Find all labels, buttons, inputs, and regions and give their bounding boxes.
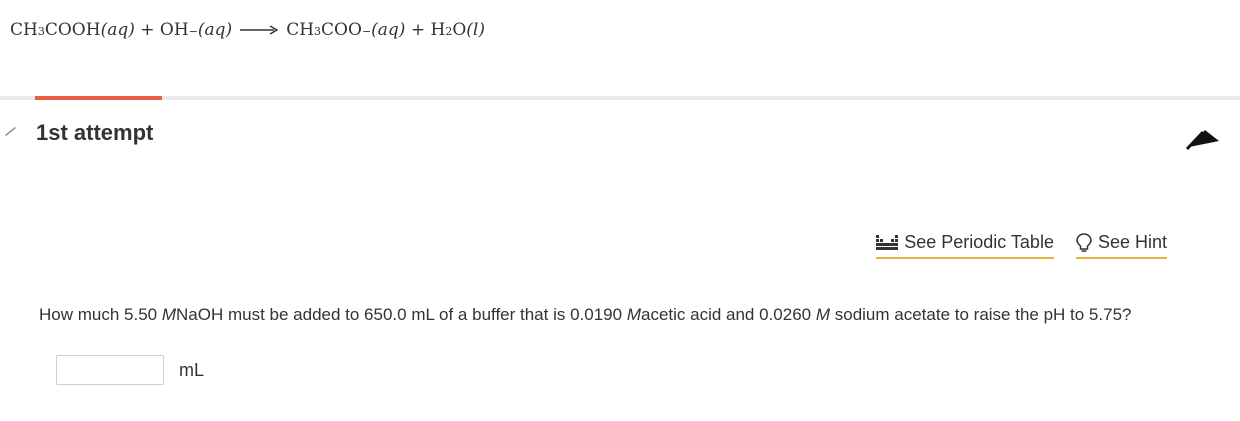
product2-text: H — [430, 20, 446, 40]
product2-rest: O — [452, 20, 467, 40]
answer-input[interactable] — [56, 355, 164, 385]
hint-label: See Hint — [1097, 232, 1167, 252]
attempt-tab-indicator[interactable] — [35, 96, 162, 100]
product1-state: (aq) — [371, 20, 406, 40]
periodic-table-label: See Periodic Table — [904, 232, 1054, 252]
reaction-arrow-icon — [240, 24, 279, 36]
product2-state: (l) — [466, 20, 485, 40]
reactant2-charge: − — [188, 25, 198, 38]
lightbulb-icon — [1076, 232, 1092, 253]
product1-rest: COO — [321, 20, 362, 40]
plus-sign: + — [410, 20, 426, 40]
hint-link[interactable]: See Hint — [1075, 232, 1167, 259]
plus-sign: + — [140, 20, 155, 40]
reactant2-text: OH — [159, 20, 189, 40]
product1-charge: − — [361, 25, 372, 38]
product1-text: CH — [286, 20, 315, 40]
attempt-heading: 1st attempt — [36, 120, 154, 145]
attempt-tab-rail — [0, 96, 1240, 100]
reactant1-text: CH — [10, 20, 38, 40]
answer-row: mL — [56, 355, 204, 385]
reactant-hydroxide: OH − (aq) — [160, 20, 232, 40]
answer-unit: mL — [179, 359, 205, 380]
periodic-table-icon — [876, 234, 899, 251]
arrow-up-icon[interactable] — [1185, 117, 1225, 153]
product-water: H 2 O (l) — [431, 20, 485, 40]
periodic-table-link[interactable]: See Periodic Table — [876, 232, 1054, 259]
reactant2-state: (aq) — [197, 20, 233, 40]
chemical-equation: CH 3 COOH (aq) + OH − (aq) CH 3 COO − (aq) + H… — [10, 20, 485, 40]
question-text: How much 5.50 MNaOH must be added to 650… — [39, 305, 1132, 324]
product2-subscript: 2 — [445, 25, 453, 38]
product1-subscript: 3 — [314, 25, 322, 38]
reactant-acetic-acid: CH 3 COOH (aq) — [10, 20, 135, 40]
product-acetate: CH 3 COO − (aq) — [286, 20, 405, 40]
reactant1-subscript: 3 — [37, 25, 45, 38]
tool-links: See Periodic Table See Hint — [876, 232, 1167, 259]
pencil-icon — [3, 122, 21, 140]
reactant1-state: (aq) — [100, 20, 135, 40]
reactant1-rest: COOH — [44, 20, 101, 40]
